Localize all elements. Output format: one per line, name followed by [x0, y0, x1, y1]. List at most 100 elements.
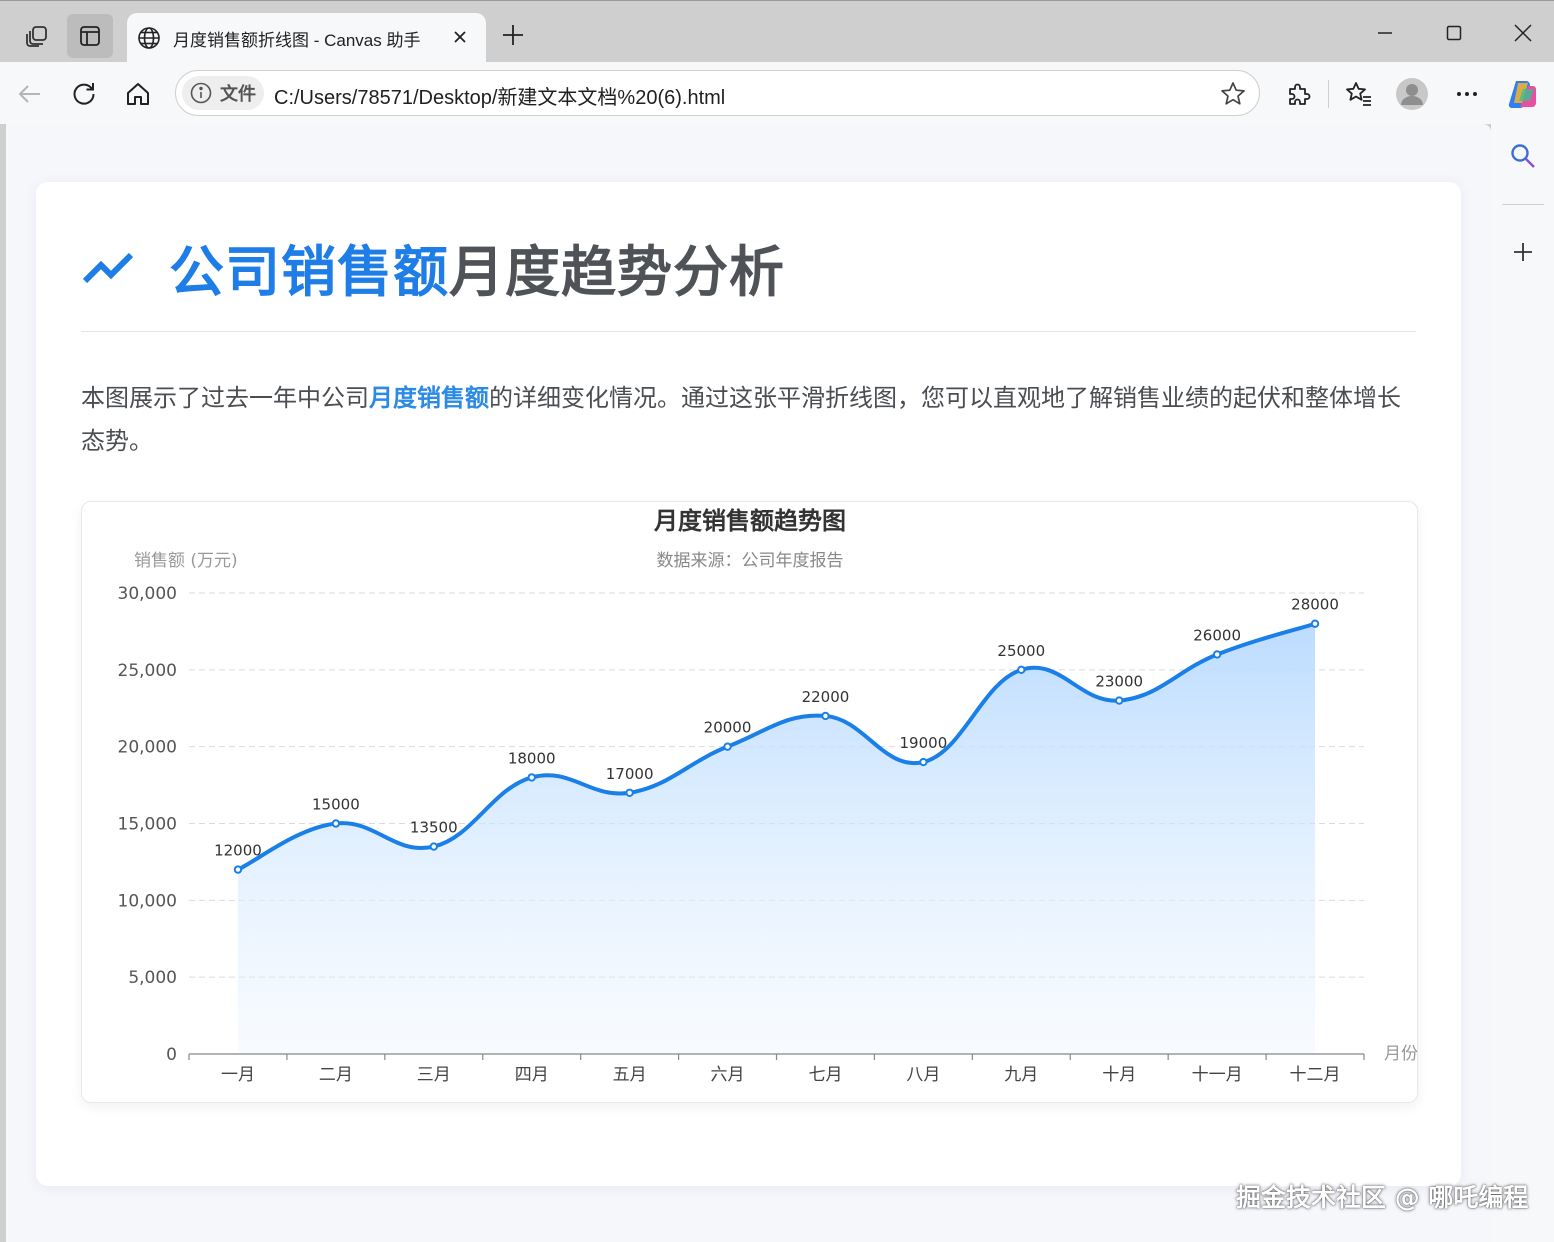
more-dots-icon	[1457, 92, 1477, 96]
data-point	[821, 711, 830, 721]
data-label: 25000	[997, 642, 1045, 660]
chart-container: 月度销售额趋势图 数据来源：公司年度报告 销售额 (万元) 月份 12000 15…	[81, 501, 1418, 1103]
refresh-icon	[73, 83, 95, 105]
home-icon	[127, 83, 149, 105]
close-icon	[454, 31, 466, 43]
y-tick-label: 10,000	[118, 891, 177, 911]
vertical-tabs-button[interactable]	[67, 14, 113, 58]
desc-highlight: 月度销售额	[369, 384, 489, 412]
arrow-left-icon	[18, 85, 40, 103]
sales-trend-chart: 月度销售额趋势图 数据来源：公司年度报告 销售额 (万元) 月份 12000 15…	[118, 507, 1418, 1085]
y-tick-label: 15,000	[118, 815, 177, 835]
vertical-tabs-icon	[80, 26, 100, 46]
x-axis-label: 月份	[1384, 1044, 1418, 1064]
data-point	[919, 757, 928, 767]
sidebar-search-button[interactable]	[1503, 136, 1543, 176]
description: 本图展示了过去一年中公司月度销售额的详细变化情况。通过这张平滑折线图，您可以直观…	[81, 377, 1411, 463]
window-close-button[interactable]	[1493, 9, 1553, 57]
x-tick-label: 一月	[221, 1065, 255, 1085]
data-label: 23000	[1095, 673, 1143, 691]
data-point	[1212, 650, 1222, 659]
chart-title: 月度销售额趋势图	[653, 507, 846, 535]
y-axis-label: 销售额 (万元)	[134, 551, 238, 571]
page-title: 公司销售额 月度趋势分析	[81, 227, 785, 307]
desc-before: 本图展示了过去一年中公司	[81, 384, 369, 412]
site-info-label: 文件	[220, 84, 256, 105]
content-card: 公司销售额 月度趋势分析 本图展示了过去一年中公司月度销售额的详细变化情况。通过这…	[36, 182, 1461, 1186]
minimize-icon	[1378, 32, 1392, 34]
back-button[interactable]	[10, 74, 50, 114]
y-tick-label: 0	[166, 1045, 177, 1065]
favorites-list-icon	[1346, 82, 1371, 106]
data-label: 15000	[312, 796, 360, 814]
y-tick-label: 30,000	[118, 584, 177, 604]
plus-icon	[503, 25, 523, 45]
title-divider	[81, 331, 1416, 332]
tab-title: 月度销售额折线图 - Canvas 助手	[173, 30, 421, 50]
data-point	[331, 819, 341, 828]
data-point	[429, 842, 438, 851]
refresh-button[interactable]	[64, 74, 104, 114]
x-tick-label: 二月	[319, 1065, 353, 1085]
y-tick-label: 25,000	[118, 661, 177, 681]
x-tick-label: 八月	[906, 1065, 940, 1085]
maximize-button[interactable]	[1424, 9, 1484, 57]
info-icon	[190, 82, 212, 104]
new-tab-button[interactable]	[495, 17, 531, 53]
data-point	[1017, 665, 1026, 675]
tab-active[interactable]: 月度销售额折线图 - Canvas 助手	[127, 13, 486, 63]
data-point	[1310, 619, 1320, 628]
avatar	[1396, 78, 1428, 110]
chart-subtitle: 数据来源：公司年度报告	[657, 551, 844, 571]
toolbar-separator	[1328, 80, 1329, 108]
site-info-chip[interactable]: 文件	[182, 76, 264, 110]
data-label: 13500	[410, 819, 458, 837]
x-tick-label: 七月	[808, 1065, 842, 1085]
data-label: 28000	[1291, 596, 1339, 614]
workspaces-icon	[26, 26, 47, 47]
copilot-icon	[1508, 81, 1536, 109]
favorite-star-icon[interactable]	[1219, 80, 1247, 108]
x-tick-label: 十一月	[1192, 1065, 1243, 1085]
data-label: 20000	[704, 719, 752, 737]
tab-close-button[interactable]	[448, 25, 472, 49]
favorites-button[interactable]	[1339, 74, 1379, 114]
close-icon	[1514, 24, 1532, 42]
watermark: 掘金技术社区 @ 哪吒编程	[1236, 1183, 1529, 1212]
page-viewport: 公司销售额 月度趋势分析 本图展示了过去一年中公司月度销售额的详细变化情况。通过这…	[6, 124, 1491, 1242]
series-area	[237, 623, 1316, 1054]
browser-toolbar: 文件 C:/Users/78571/Desktop/新建文本文档%20(6).h…	[0, 62, 1554, 124]
data-point	[1115, 696, 1124, 705]
data-label: 26000	[1193, 626, 1241, 644]
x-tick-label: 九月	[1004, 1065, 1038, 1085]
url-text[interactable]: C:/Users/78571/Desktop/新建文本文档%20(6).html	[274, 81, 725, 110]
data-point	[233, 865, 243, 874]
extensions-button[interactable]	[1278, 74, 1318, 114]
data-point	[723, 742, 732, 751]
search-icon	[1511, 144, 1535, 168]
x-tick-label: 十二月	[1290, 1065, 1341, 1085]
edge-sidebar	[1491, 124, 1554, 1242]
profile-button[interactable]	[1392, 74, 1432, 114]
data-label: 22000	[802, 688, 850, 706]
minimize-button[interactable]	[1355, 9, 1415, 57]
more-menu-button[interactable]	[1447, 74, 1487, 114]
trending-up-icon	[82, 252, 134, 284]
plus-icon	[1514, 243, 1532, 261]
y-tick-label: 5,000	[128, 968, 177, 988]
home-button[interactable]	[118, 74, 158, 114]
workspaces-button[interactable]	[14, 14, 60, 58]
globe-icon	[138, 27, 160, 49]
copilot-button[interactable]	[1503, 74, 1543, 114]
x-tick-label: 四月	[515, 1065, 549, 1085]
data-label: 17000	[606, 765, 654, 783]
title-highlight: 公司销售额	[169, 240, 450, 304]
sidebar-separator	[1502, 204, 1544, 205]
y-tick-label: 20,000	[118, 738, 177, 758]
title-rest: 月度趋势分析	[449, 240, 786, 304]
sidebar-add-button[interactable]	[1503, 232, 1543, 272]
x-tick-label: 五月	[613, 1065, 647, 1085]
address-bar[interactable]: 文件 C:/Users/78571/Desktop/新建文本文档%20(6).h…	[175, 70, 1260, 116]
puzzle-icon	[1289, 83, 1311, 105]
maximize-icon	[1446, 25, 1462, 41]
